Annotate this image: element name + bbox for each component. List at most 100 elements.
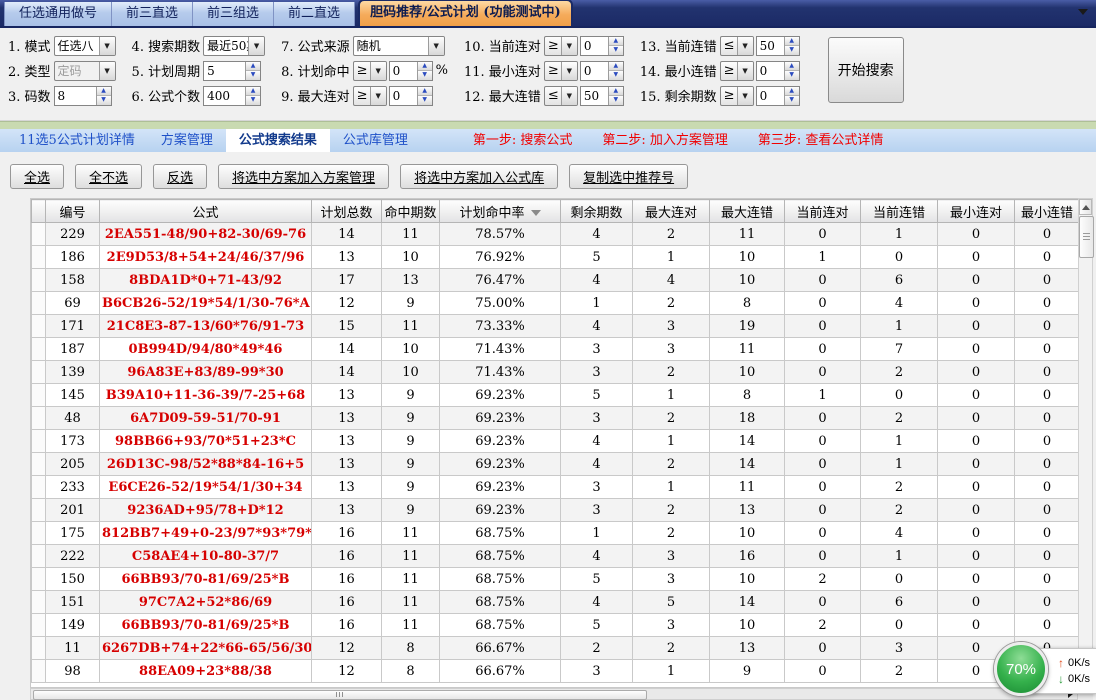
table-row[interactable]: 15197C7A2+52*86/69161168.75%45140600: [32, 591, 1080, 614]
invert-selection-button[interactable]: 反选: [153, 164, 207, 189]
vertical-scroll-thumb[interactable]: [1079, 216, 1094, 258]
copy-recommended-numbers-button[interactable]: 复制选中推荐号: [569, 164, 688, 189]
spin-up-icon[interactable]: ▲: [418, 87, 432, 96]
row-select-cell[interactable]: [32, 660, 46, 683]
row-select-cell[interactable]: [32, 499, 46, 522]
table-row[interactable]: 175812BB7+49+0-23/97*93*79*E161168.75%12…: [32, 522, 1080, 545]
table-row[interactable]: 1862E9D53/8+54+24/46/37/96131076.92%5110…: [32, 246, 1080, 269]
row-select-cell[interactable]: [32, 246, 46, 269]
column-header-11[interactable]: 最小连对: [938, 200, 1015, 223]
remaining-periods-cmp-dropdown[interactable]: ≥▼: [720, 86, 754, 106]
table-row[interactable]: 2292EA551-48/90+82-30/69-76141178.57%421…: [32, 223, 1080, 246]
table-row[interactable]: 69B6CB26-52/19*54/1/30-76*A12975.00%1280…: [32, 292, 1080, 315]
spin-up-icon[interactable]: ▲: [418, 62, 432, 71]
spin-up-icon[interactable]: ▲: [785, 62, 799, 71]
row-select-cell[interactable]: [32, 269, 46, 292]
current-streak-lose-cmp-dropdown[interactable]: ≤▼: [720, 36, 754, 56]
table-row[interactable]: 2019236AD+95/78+D*1213969.23%32130200: [32, 499, 1080, 522]
min-streak-win-spinner[interactable]: 0▲▼: [580, 61, 624, 81]
spin-down-icon[interactable]: ▼: [609, 45, 623, 55]
row-select-cell[interactable]: [32, 361, 46, 384]
main-tab-4[interactable]: 前二直选: [274, 2, 355, 26]
column-header-1[interactable]: 编号: [46, 200, 100, 223]
column-header-10[interactable]: 当前连错: [861, 200, 938, 223]
max-streak-lose-spinner[interactable]: 50▲▼: [580, 86, 624, 106]
max-streak-lose-cmp-dropdown[interactable]: ≤▼: [544, 86, 578, 106]
column-header-9[interactable]: 当前连对: [785, 200, 861, 223]
main-tab-2[interactable]: 前三直选: [112, 2, 193, 26]
table-row[interactable]: 233E6CE26-52/19*54/1/30+3413969.23%31110…: [32, 476, 1080, 499]
column-header-3[interactable]: 计划总数: [312, 200, 382, 223]
remaining-periods-spinner[interactable]: 0▲▼: [756, 86, 800, 106]
spin-down-icon[interactable]: ▼: [418, 70, 432, 80]
column-header-4[interactable]: 命中期数: [382, 200, 440, 223]
code-count-spinner[interactable]: 8▲▼: [54, 86, 112, 106]
table-row[interactable]: 1588BDA1D*0+71-43/92171376.47%44100600: [32, 269, 1080, 292]
row-select-cell[interactable]: [32, 476, 46, 499]
select-none-button[interactable]: 全不选: [75, 164, 142, 189]
spin-down-icon[interactable]: ▼: [609, 70, 623, 80]
vertical-scrollbar[interactable]: [1078, 198, 1093, 688]
current-streak-lose-spinner[interactable]: 50▲▼: [756, 36, 800, 56]
column-header-2[interactable]: 公式: [100, 200, 312, 223]
row-select-cell[interactable]: [32, 407, 46, 430]
spin-down-icon[interactable]: ▼: [785, 45, 799, 55]
result-tab-4[interactable]: 公式库管理: [330, 129, 421, 152]
spin-down-icon[interactable]: ▼: [418, 95, 432, 105]
row-select-cell[interactable]: [32, 453, 46, 476]
table-row[interactable]: 15066BB93/70-81/69/25*B161168.75%5310200…: [32, 568, 1080, 591]
scroll-up-button[interactable]: [1079, 199, 1092, 215]
min-streak-lose-spinner[interactable]: 0▲▼: [756, 61, 800, 81]
table-row[interactable]: 1870B994D/94/80*49*46141071.43%33110700: [32, 338, 1080, 361]
spin-up-icon[interactable]: ▲: [785, 87, 799, 96]
spin-up-icon[interactable]: ▲: [609, 62, 623, 71]
plan-hit-cmp-dropdown[interactable]: ≥▼: [353, 61, 387, 81]
row-select-cell[interactable]: [32, 384, 46, 407]
spin-down-icon[interactable]: ▼: [785, 70, 799, 80]
spin-down-icon[interactable]: ▼: [97, 95, 111, 105]
formula-count-spinner[interactable]: 400▲▼: [203, 86, 261, 106]
result-tab-1[interactable]: 11选5公式计划详情: [6, 129, 148, 152]
row-select-cell[interactable]: [32, 315, 46, 338]
spin-up-icon[interactable]: ▲: [609, 37, 623, 46]
table-row[interactable]: 222C58AE4+10-80-37/7161168.75%43160100: [32, 545, 1080, 568]
table-row[interactable]: 20526D13C-98/52*88*84-16+513969.23%42140…: [32, 453, 1080, 476]
row-select-cell[interactable]: [32, 545, 46, 568]
result-tab-3[interactable]: 公式搜索结果: [226, 129, 330, 152]
column-header-12[interactable]: 最小连错: [1015, 200, 1080, 223]
spin-down-icon[interactable]: ▼: [246, 70, 260, 80]
row-select-cell[interactable]: [32, 223, 46, 246]
current-streak-win-cmp-dropdown[interactable]: ≥▼: [544, 36, 578, 56]
table-row[interactable]: 116267DB+74+22*66-65/56/3012866.67%22130…: [32, 637, 1080, 660]
table-row[interactable]: 17398BB66+93/70*51+23*C13969.23%41140100: [32, 430, 1080, 453]
row-select-cell[interactable]: [32, 568, 46, 591]
min-streak-lose-cmp-dropdown[interactable]: ≥▼: [720, 61, 754, 81]
table-row[interactable]: 14966BB93/70-81/69/25*B161168.75%5310200…: [32, 614, 1080, 637]
plan-cycle-spinner[interactable]: 5▲▼: [203, 61, 261, 81]
table-row[interactable]: 486A7D09-59-51/70-9113969.23%32180200: [32, 407, 1080, 430]
spin-down-icon[interactable]: ▼: [609, 95, 623, 105]
column-header-8[interactable]: 最大连错: [710, 200, 785, 223]
spin-up-icon[interactable]: ▲: [246, 87, 260, 96]
horizontal-scrollbar[interactable]: [30, 688, 1078, 700]
spin-up-icon[interactable]: ▲: [785, 37, 799, 46]
add-to-formula-library-button[interactable]: 将选中方案加入公式库: [400, 164, 558, 189]
search-periods-dropdown[interactable]: 最近50期▼: [203, 36, 265, 56]
spin-up-icon[interactable]: ▲: [246, 62, 260, 71]
max-streak-win-cmp-dropdown[interactable]: ≥▼: [353, 86, 387, 106]
row-select-cell[interactable]: [32, 522, 46, 545]
select-all-button[interactable]: 全选: [10, 164, 64, 189]
spin-down-icon[interactable]: ▼: [246, 95, 260, 105]
row-select-cell[interactable]: [32, 292, 46, 315]
row-select-cell[interactable]: [32, 338, 46, 361]
plan-hit-spinner[interactable]: 0▲▼: [389, 61, 433, 81]
row-select-cell[interactable]: [32, 591, 46, 614]
main-tab-1[interactable]: 任选通用做号: [4, 2, 112, 26]
table-row[interactable]: 13996A83E+83/89-99*30141071.43%32100200: [32, 361, 1080, 384]
horizontal-scroll-thumb[interactable]: [33, 690, 647, 700]
max-streak-win-spinner[interactable]: 0▲▼: [389, 86, 433, 106]
table-row[interactable]: 145B39A10+11-36-39/7-25+6813969.23%51810…: [32, 384, 1080, 407]
type-dropdown[interactable]: 定码▼: [54, 61, 116, 81]
start-search-button[interactable]: 开始搜索: [828, 37, 904, 103]
row-select-cell[interactable]: [32, 614, 46, 637]
